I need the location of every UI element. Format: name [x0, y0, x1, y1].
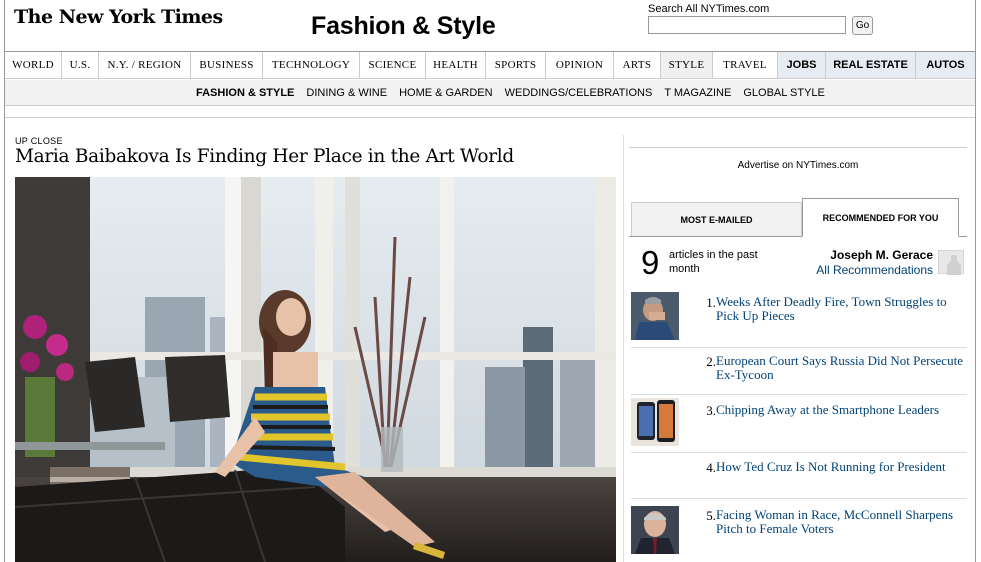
search-input[interactable]	[648, 16, 846, 34]
nav-item-technology[interactable]: TECHNOLOGY	[263, 52, 360, 78]
subnav-fashion-style[interactable]: FASHION & STYLE	[196, 87, 294, 99]
divider	[5, 117, 975, 118]
tab-recommended-label: RECOMMENDED FOR YOU	[822, 212, 939, 223]
story-number: 3.	[706, 403, 716, 418]
nav-item-jobs[interactable]: JOBS	[778, 52, 826, 78]
search-go-button[interactable]: Go	[852, 16, 873, 35]
avatar[interactable]	[938, 250, 964, 275]
story-thumbnail[interactable]	[631, 292, 679, 340]
subnav-t-magazine[interactable]: T MAGAZINE	[664, 87, 731, 99]
main-nav: WORLD U.S. N.Y. / REGION BUSINESS TECHNO…	[5, 51, 975, 79]
photo-illustration	[15, 177, 616, 562]
subnav-dining-wine[interactable]: DINING & WINE	[306, 87, 387, 99]
story-number: 4.	[706, 460, 716, 475]
nav-item-science[interactable]: SCIENCE	[360, 52, 426, 78]
nav-item-ny-region[interactable]: N.Y. / REGION	[99, 52, 191, 78]
list-item: 5. Facing Woman in Race, McConnell Sharp…	[631, 506, 967, 554]
nav-item-business[interactable]: BUSINESS	[191, 52, 263, 78]
nav-item-autos[interactable]: AUTOS	[916, 52, 975, 78]
list-item: 1. Weeks After Deadly Fire, Town Struggl…	[631, 292, 967, 340]
nav-item-health[interactable]: HEALTH	[426, 52, 486, 78]
list-item: 3. Chipping Away at the Smartphone Leade…	[631, 398, 967, 446]
article-headline[interactable]: Maria Baibakova Is Finding Her Place in …	[15, 146, 514, 167]
section-title[interactable]: Fashion & Style	[311, 12, 496, 41]
subnav-weddings[interactable]: WEDDINGS/CELEBRATIONS	[505, 87, 653, 99]
story-number: 1.	[706, 295, 716, 310]
sub-nav: FASHION & STYLE DINING & WINE HOME & GAR…	[5, 80, 975, 106]
story-title[interactable]: How Ted Cruz Is Not Running for Presiden…	[716, 460, 968, 474]
nav-item-world[interactable]: WORLD	[5, 52, 62, 78]
articles-count: 9	[641, 244, 660, 281]
user-silhouette-icon	[947, 255, 961, 275]
nav-item-real-estate[interactable]: REAL ESTATE	[826, 52, 916, 78]
thumbnail-image	[631, 506, 679, 554]
divider	[631, 394, 967, 395]
subnav-global-style[interactable]: GLOBAL STYLE	[743, 87, 825, 99]
nyt-logo[interactable]: The New York Times	[14, 6, 223, 28]
story-title[interactable]: European Court Says Russia Did Not Perse…	[716, 354, 968, 382]
all-recommendations-link[interactable]: All Recommendations	[785, 263, 933, 277]
nav-item-arts[interactable]: ARTS	[614, 52, 661, 78]
list-item: 2. European Court Says Russia Did Not Pe…	[631, 354, 967, 394]
search-label: Search All NYTimes.com	[648, 3, 770, 15]
tab-recommended-for-you[interactable]: RECOMMENDED FOR YOU	[802, 198, 959, 237]
nav-item-style[interactable]: STYLE	[661, 52, 713, 78]
article-photo[interactable]	[15, 177, 616, 562]
column-divider	[623, 135, 624, 562]
tab-most-emailed[interactable]: MOST E-MAILED	[631, 202, 802, 236]
subnav-home-garden[interactable]: HOME & GARDEN	[399, 87, 493, 99]
divider	[631, 452, 967, 453]
article-kicker: UP CLOSE	[15, 136, 63, 146]
story-number: 5.	[706, 508, 716, 523]
thumbnail-image	[631, 292, 679, 340]
nav-item-sports[interactable]: SPORTS	[486, 52, 546, 78]
story-title[interactable]: Weeks After Deadly Fire, Town Struggles …	[716, 295, 968, 323]
nav-item-travel[interactable]: TRAVEL	[713, 52, 778, 78]
story-number: 2.	[706, 354, 716, 369]
nav-item-opinion[interactable]: OPINION	[546, 52, 614, 78]
divider	[631, 347, 967, 348]
user-name: Joseph M. Gerace	[830, 248, 933, 262]
story-title[interactable]: Chipping Away at the Smartphone Leaders	[716, 403, 968, 417]
list-item: 4. How Ted Cruz Is Not Running for Presi…	[631, 460, 967, 490]
story-thumbnail[interactable]	[631, 398, 679, 446]
thumbnail-image	[631, 398, 679, 446]
story-title[interactable]: Facing Woman in Race, McConnell Sharpens…	[716, 508, 968, 536]
divider	[631, 498, 967, 499]
page: The New York Times Fashion & Style Searc…	[4, 0, 976, 562]
story-thumbnail[interactable]	[631, 506, 679, 554]
advertise-link[interactable]: Advertise on NYTimes.com	[629, 160, 967, 171]
nav-item-us[interactable]: U.S.	[62, 52, 99, 78]
articles-count-text: articles in the past month	[669, 249, 758, 275]
ad-divider	[629, 147, 967, 148]
